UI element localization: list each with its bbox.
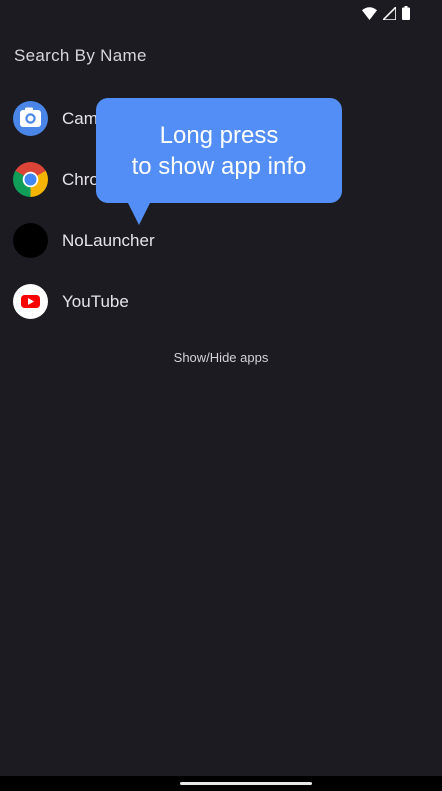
long-press-tooltip: Long press to show app info (96, 98, 342, 203)
camera-icon (13, 101, 48, 136)
app-label: NoLauncher (62, 230, 155, 250)
wifi-icon (362, 6, 377, 20)
navigation-bar (0, 776, 442, 791)
tooltip-line-1: Long press (159, 121, 279, 149)
cellular-signal-icon (383, 6, 396, 20)
battery-icon (402, 6, 410, 20)
app-label: YouTube (62, 291, 129, 311)
tooltip-line-2: to show app info (131, 152, 307, 180)
app-item-youtube[interactable]: YouTube (0, 271, 442, 332)
home-handle[interactable] (180, 782, 312, 785)
search-input[interactable]: Search By Name (14, 46, 147, 66)
youtube-icon (13, 284, 48, 319)
app-item-nolauncher[interactable]: NoLauncher (0, 210, 442, 271)
show-hide-apps-button[interactable]: Show/Hide apps (0, 350, 442, 365)
nolauncher-icon (13, 223, 48, 258)
chrome-icon (13, 162, 48, 197)
tooltip-arrow (128, 203, 150, 225)
status-bar (0, 0, 442, 26)
